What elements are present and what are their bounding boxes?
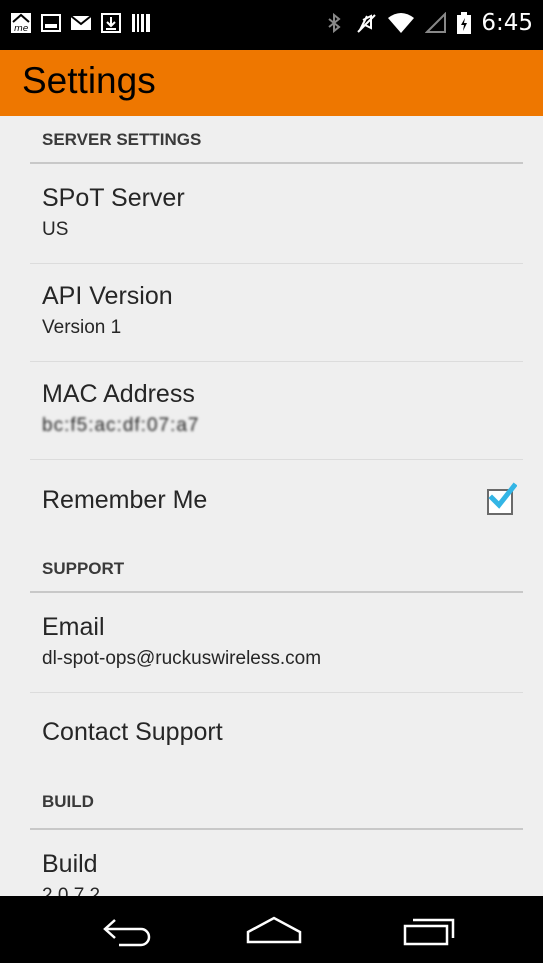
- pref-summary: US: [42, 219, 69, 240]
- pref-summary: 2.0.7.2: [42, 885, 101, 896]
- pref-title: Remember Me: [42, 486, 208, 514]
- clock: 6:45: [481, 10, 533, 36]
- pref-email[interactable]: Email dl-spot-ops@ruckuswireless.com: [30, 613, 523, 693]
- home-icon[interactable]: [244, 910, 304, 950]
- pref-mac-address[interactable]: MAC Address bc:f5:ac:df:07:a7: [30, 380, 523, 460]
- pref-title: SPoT Server: [42, 184, 185, 212]
- remember-me-checkbox[interactable]: [487, 482, 517, 515]
- pref-summary-blurred: bc:f5:ac:df:07:a7: [42, 415, 200, 436]
- download-icon: [100, 12, 122, 34]
- svg-text:me: me: [14, 24, 29, 34]
- action-bar: Settings: [0, 50, 543, 116]
- page-title: Settings: [22, 60, 156, 101]
- pref-contact-support[interactable]: Contact Support: [30, 718, 523, 778]
- pref-summary: dl-spot-ops@ruckuswireless.com: [42, 648, 322, 669]
- check-icon: [488, 482, 517, 509]
- gmail-icon: [70, 12, 92, 34]
- recents-icon[interactable]: [400, 910, 460, 950]
- pref-title: Build: [42, 850, 98, 878]
- pref-title: Email: [42, 613, 105, 641]
- pref-spot-server[interactable]: SPoT Server US: [30, 184, 523, 264]
- navigation-bar: [0, 896, 543, 963]
- mute-icon: [355, 12, 377, 34]
- pref-summary: Version 1: [42, 317, 122, 338]
- status-bar: me 6:45: [0, 0, 543, 50]
- back-icon[interactable]: [97, 910, 157, 950]
- pref-api-version[interactable]: API Version Version 1: [30, 282, 523, 362]
- section-header-server-settings: SERVER SETTINGS: [30, 130, 523, 164]
- battery-charging-icon: [457, 12, 472, 34]
- image-icon: [40, 12, 62, 34]
- system-icons: 6:45: [323, 10, 533, 36]
- me-app-icon: me: [10, 12, 32, 34]
- pref-remember-me[interactable]: Remember Me: [30, 482, 523, 546]
- pref-title: API Version: [42, 282, 173, 310]
- pref-build[interactable]: Build 2.0.7.2: [30, 850, 523, 896]
- divider: [30, 361, 523, 362]
- settings-list[interactable]: SERVER SETTINGS SPoT Server US API Versi…: [0, 116, 543, 896]
- pref-title: Contact Support: [42, 718, 223, 746]
- divider: [30, 692, 523, 693]
- pref-title: MAC Address: [42, 380, 195, 408]
- barcode-icon: [130, 12, 152, 34]
- section-header-build: BUILD: [30, 792, 523, 830]
- wifi-icon: [387, 12, 415, 34]
- bluetooth-icon: [323, 12, 345, 34]
- section-header-support: SUPPORT: [30, 559, 523, 593]
- divider: [30, 459, 523, 460]
- signal-icon: [425, 12, 447, 34]
- divider: [30, 263, 523, 264]
- notification-icons: me: [10, 12, 152, 34]
